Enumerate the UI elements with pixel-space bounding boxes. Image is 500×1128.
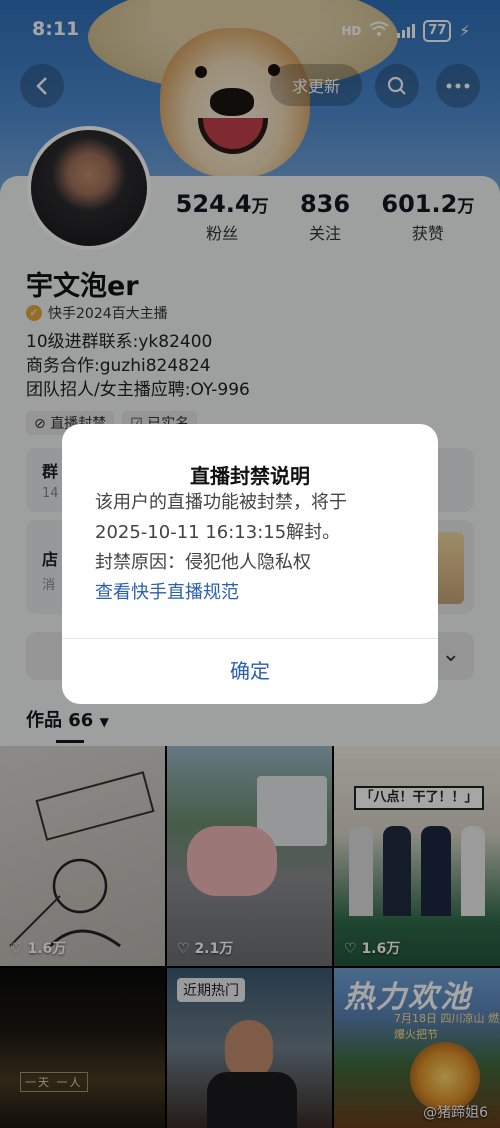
dialog-title: 直播封禁说明 bbox=[190, 464, 310, 488]
dialog-line: 2025-10-11 16:13:15解封。 bbox=[95, 522, 341, 543]
dialog-line: 封禁原因：侵犯他人隐私权 bbox=[95, 552, 311, 573]
confirm-button[interactable]: 确定 bbox=[62, 638, 438, 704]
live-rules-link[interactable]: 查看快手直播规范 bbox=[95, 578, 415, 608]
live-ban-dialog: 直播封禁说明 该用户的直播功能被封禁，将于 2025-10-11 16:13:1… bbox=[62, 424, 438, 704]
dialog-line: 该用户的直播功能被封禁，将于 bbox=[95, 492, 347, 513]
dialog-body: 该用户的直播功能被封禁，将于 2025-10-11 16:13:15解封。 封禁… bbox=[95, 488, 415, 608]
